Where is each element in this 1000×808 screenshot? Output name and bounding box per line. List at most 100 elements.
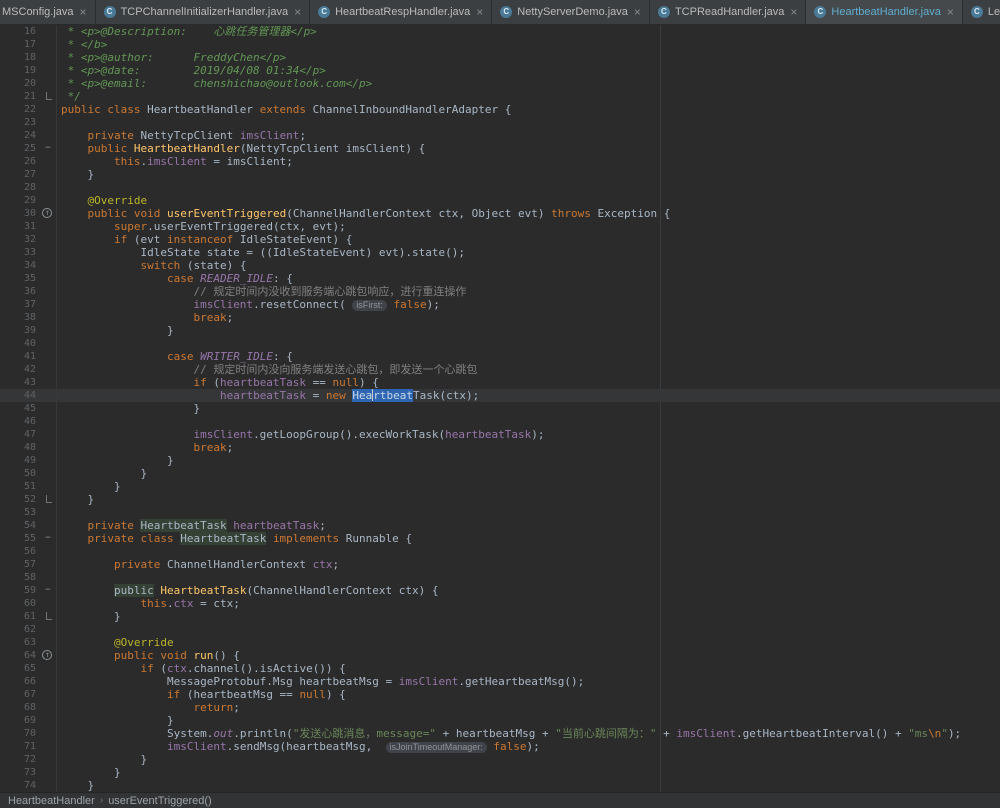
line-number[interactable]: 56 <box>0 545 40 558</box>
code-text[interactable]: public void userEventTriggered(ChannelHa… <box>56 207 1000 220</box>
line-number[interactable]: 42 <box>0 363 40 376</box>
close-icon[interactable]: × <box>634 7 641 17</box>
code-text[interactable]: * <p>@date: 2019/04/08 01:34</p> <box>56 64 1000 77</box>
line-number[interactable]: 23 <box>0 116 40 129</box>
fold-end-marker-icon[interactable] <box>40 90 56 103</box>
line-number[interactable]: 21 <box>0 90 40 103</box>
code-editor[interactable]: 16 * <p>@Description: 心跳任务管理器</p> 17 * </… <box>0 25 1000 792</box>
line-number[interactable]: 44 <box>0 389 40 402</box>
code-text[interactable]: this.ctx = ctx; <box>56 597 1000 610</box>
code-text[interactable]: * <p>@email: chenshichao@outlook.com</p> <box>56 77 1000 90</box>
code-text[interactable]: imsClient.resetConnect( isFirst: false); <box>56 298 1000 311</box>
line-number[interactable]: 38 <box>0 311 40 324</box>
close-icon[interactable]: × <box>294 7 301 17</box>
editor-tab[interactable]: MSConfig.java× <box>0 0 96 24</box>
line-number[interactable]: 49 <box>0 454 40 467</box>
code-text[interactable]: // 规定时间内没收到服务端心跳包响应，进行重连操作 <box>56 285 1000 298</box>
line-number[interactable]: 18 <box>0 51 40 64</box>
fold-marker-icon[interactable]: − <box>40 532 56 545</box>
line-number[interactable]: 70 <box>0 727 40 740</box>
editor-tab[interactable]: CTCPReadHandler.java× <box>650 0 806 24</box>
line-number[interactable]: 27 <box>0 168 40 181</box>
editor-tab[interactable]: CLengthFieldBasedFrame <box>963 0 1000 24</box>
code-text[interactable]: if (heartbeatTask == null) { <box>56 376 1000 389</box>
code-text[interactable]: @Override <box>56 636 1000 649</box>
code-text[interactable]: @Override <box>56 194 1000 207</box>
breadcrumb-item[interactable]: HeartbeatHandler <box>8 795 95 807</box>
line-number[interactable]: 25 <box>0 142 40 155</box>
code-text[interactable] <box>56 116 1000 129</box>
code-text[interactable]: super.userEventTriggered(ctx, evt); <box>56 220 1000 233</box>
line-number[interactable]: 45 <box>0 402 40 415</box>
code-text[interactable] <box>56 415 1000 428</box>
line-number[interactable]: 63 <box>0 636 40 649</box>
code-text[interactable] <box>56 545 1000 558</box>
code-text[interactable]: */ <box>56 90 1000 103</box>
code-text[interactable]: case WRITER_IDLE: { <box>56 350 1000 363</box>
line-number[interactable]: 17 <box>0 38 40 51</box>
code-text[interactable]: } <box>56 168 1000 181</box>
breadcrumb-item[interactable]: userEventTriggered() <box>108 795 212 807</box>
code-text[interactable]: MessageProtobuf.Msg heartbeatMsg = imsCl… <box>56 675 1000 688</box>
code-text[interactable]: * </b> <box>56 38 1000 51</box>
line-number[interactable]: 20 <box>0 77 40 90</box>
line-number[interactable]: 39 <box>0 324 40 337</box>
code-text[interactable]: imsClient.getLoopGroup().execWorkTask(he… <box>56 428 1000 441</box>
code-text[interactable]: System.out.println("发送心跳消息，message=" + h… <box>56 727 1000 740</box>
code-text[interactable]: * <p>@Description: 心跳任务管理器</p> <box>56 25 1000 38</box>
code-text[interactable]: private HeartbeatTask heartbeatTask; <box>56 519 1000 532</box>
line-number[interactable]: 72 <box>0 753 40 766</box>
line-number[interactable]: 54 <box>0 519 40 532</box>
line-number[interactable]: 40 <box>0 337 40 350</box>
line-number[interactable]: 71 <box>0 740 40 753</box>
editor-tab[interactable]: CTCPChannelInitializerHandler.java× <box>96 0 311 24</box>
code-text[interactable]: imsClient.sendMsg(heartbeatMsg, isJoinTi… <box>56 740 1000 753</box>
line-number[interactable]: 51 <box>0 480 40 493</box>
code-text[interactable]: heartbeatTask = new HeartbeatTask(ctx); <box>56 389 1000 402</box>
close-icon[interactable]: × <box>80 7 87 17</box>
code-text[interactable] <box>56 571 1000 584</box>
override-method-icon[interactable] <box>40 649 56 662</box>
code-text[interactable]: public HeartbeatTask(ChannelHandlerConte… <box>56 584 1000 597</box>
editor-tab[interactable]: CHeartbeatRespHandler.java× <box>310 0 492 24</box>
line-number[interactable]: 33 <box>0 246 40 259</box>
code-text[interactable]: case READER_IDLE: { <box>56 272 1000 285</box>
code-text[interactable]: private class HeartbeatTask implements R… <box>56 532 1000 545</box>
code-text[interactable]: public void run() { <box>56 649 1000 662</box>
line-number[interactable]: 73 <box>0 766 40 779</box>
line-number[interactable]: 36 <box>0 285 40 298</box>
code-text[interactable] <box>56 623 1000 636</box>
line-number[interactable]: 48 <box>0 441 40 454</box>
code-text[interactable]: public HeartbeatHandler(NettyTcpClient i… <box>56 142 1000 155</box>
line-number[interactable]: 32 <box>0 233 40 246</box>
code-text[interactable]: } <box>56 779 1000 792</box>
line-number[interactable]: 55 <box>0 532 40 545</box>
line-number[interactable]: 16 <box>0 25 40 38</box>
line-number[interactable]: 26 <box>0 155 40 168</box>
code-text[interactable] <box>56 181 1000 194</box>
line-number[interactable]: 41 <box>0 350 40 363</box>
code-text[interactable]: } <box>56 467 1000 480</box>
line-number[interactable]: 52 <box>0 493 40 506</box>
line-number[interactable]: 30 <box>0 207 40 220</box>
line-number[interactable]: 43 <box>0 376 40 389</box>
code-text[interactable]: } <box>56 480 1000 493</box>
line-number[interactable]: 24 <box>0 129 40 142</box>
line-number[interactable]: 69 <box>0 714 40 727</box>
code-text[interactable]: } <box>56 493 1000 506</box>
line-number[interactable]: 34 <box>0 259 40 272</box>
code-text[interactable]: } <box>56 402 1000 415</box>
line-number[interactable]: 68 <box>0 701 40 714</box>
line-number[interactable]: 37 <box>0 298 40 311</box>
line-number[interactable]: 61 <box>0 610 40 623</box>
line-number[interactable]: 59 <box>0 584 40 597</box>
code-text[interactable]: // 规定时间内没向服务端发送心跳包，即发送一个心跳包 <box>56 363 1000 376</box>
editor-tab[interactable]: CNettyServerDemo.java× <box>492 0 650 24</box>
fold-end-marker-icon[interactable] <box>40 493 56 506</box>
line-number[interactable]: 65 <box>0 662 40 675</box>
line-number[interactable]: 53 <box>0 506 40 519</box>
code-text[interactable]: break; <box>56 441 1000 454</box>
code-text[interactable]: * <p>@author: FreddyChen</p> <box>56 51 1000 64</box>
close-icon[interactable]: × <box>947 7 954 17</box>
fold-marker-icon[interactable]: − <box>40 584 56 597</box>
